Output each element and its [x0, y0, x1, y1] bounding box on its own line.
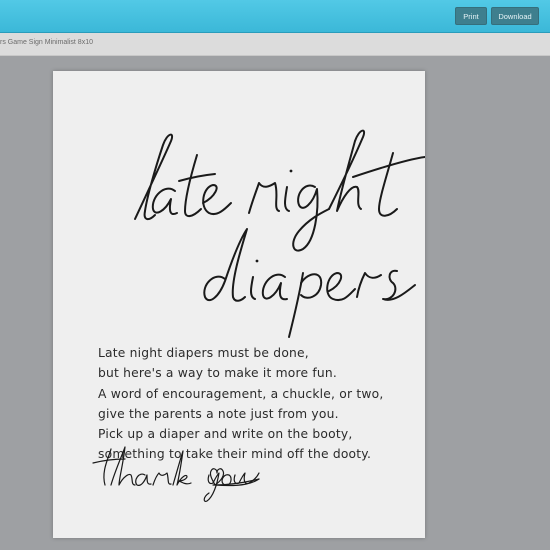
download-button[interactable]: Download — [491, 7, 539, 25]
print-button[interactable]: Print — [455, 7, 487, 25]
editor-window: Print Download rs Game Sign Minimalist 8… — [0, 0, 550, 550]
sign-page: Late night diapers must be done, but her… — [53, 71, 425, 538]
signoff-lettering — [92, 446, 260, 502]
top-toolbar: Print Download — [0, 0, 550, 33]
document-title: rs Game Sign Minimalist 8x10 — [0, 39, 93, 46]
document-title-bar: rs Game Sign Minimalist 8x10 — [0, 33, 550, 56]
thank-you-signoff — [92, 446, 260, 502]
